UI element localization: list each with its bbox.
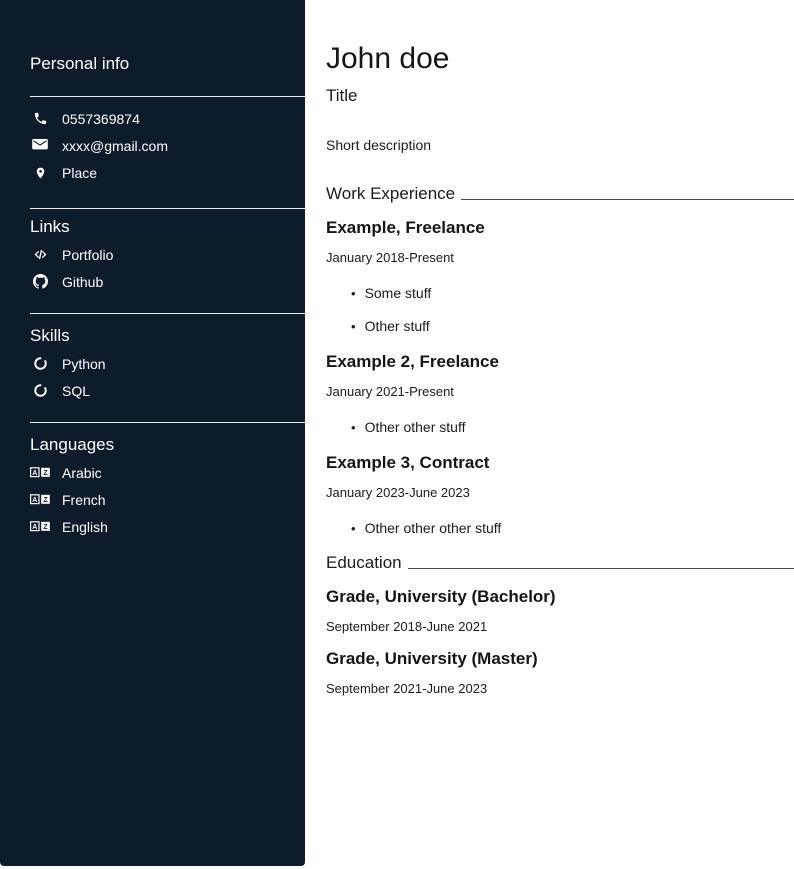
- list-item-skill: SQL: [30, 377, 305, 404]
- links-list: Portfolio Github: [0, 241, 305, 295]
- list-item-phone: 0557369874: [30, 105, 305, 132]
- skills-list: Python SQL: [0, 350, 305, 404]
- circle-notch-icon: [30, 383, 50, 398]
- heading-rule: [408, 568, 794, 569]
- entry-bullet-list: Some stuff Other stuff: [326, 279, 794, 335]
- education-heading-text: Education: [326, 553, 402, 573]
- work-entry: Example 3, Contract January 2023-June 20…: [326, 452, 794, 537]
- language-label: English: [62, 519, 108, 535]
- list-item-email: xxxx@gmail.com: [30, 132, 305, 159]
- sidebar: Personal info 0557369874 xxxx@gmail.com …: [0, 0, 305, 866]
- languages-list: AZ Arabic AZ French AZ English: [0, 459, 305, 540]
- list-item-language: AZ English: [30, 513, 305, 540]
- person-name: John doe: [326, 42, 794, 76]
- bullet-item: Other other stuff: [351, 419, 794, 436]
- svg-text:Z: Z: [43, 497, 48, 504]
- entry-degree: Grade, University (Master): [326, 648, 794, 669]
- entry-role: Example 2, Freelance: [326, 351, 794, 372]
- phone-icon: [30, 111, 50, 126]
- translate-icon: AZ: [30, 521, 50, 532]
- github-icon: [30, 274, 50, 289]
- entry-role: Example, Freelance: [326, 217, 794, 238]
- entry-dates: January 2021-Present: [326, 384, 794, 400]
- entry-bullet-list: Other other other stuff: [326, 514, 794, 537]
- svg-text:A: A: [32, 470, 37, 477]
- skill-label: SQL: [62, 383, 90, 399]
- resume-page: Personal info 0557369874 xxxx@gmail.com …: [0, 0, 794, 866]
- short-description: Short description: [326, 137, 794, 154]
- list-item-place: Place: [30, 159, 305, 186]
- personal-info-list: 0557369874 xxxx@gmail.com Place: [0, 105, 305, 186]
- languages-title: Languages: [30, 435, 305, 455]
- entry-dates: September 2018-June 2021: [326, 619, 794, 635]
- heading-rule: [461, 199, 794, 200]
- education-entry: Grade, University (Bachelor) September 2…: [326, 586, 794, 635]
- email-address[interactable]: xxxx@gmail.com: [62, 138, 168, 154]
- links-title: Links: [30, 217, 305, 237]
- circle-notch-icon: [30, 356, 50, 371]
- place-label: Place: [62, 165, 97, 181]
- location-pin-icon: [30, 165, 50, 181]
- entry-dates: January 2023-June 2023: [326, 485, 794, 501]
- entry-bullet-list: Other other stuff: [326, 413, 794, 436]
- svg-text:A: A: [32, 497, 37, 504]
- list-item-language: AZ Arabic: [30, 459, 305, 486]
- personal-info-title: Personal info: [30, 54, 305, 74]
- portfolio-link[interactable]: Portfolio: [62, 247, 113, 263]
- svg-text:A: A: [32, 524, 37, 531]
- language-label: Arabic: [62, 465, 102, 481]
- envelope-icon: [30, 139, 50, 152]
- svg-text:Z: Z: [43, 470, 48, 477]
- code-icon: [30, 247, 50, 262]
- entry-role: Example 3, Contract: [326, 452, 794, 473]
- entry-dates: January 2018-Present: [326, 250, 794, 266]
- sidebar-divider: [30, 422, 305, 423]
- entry-degree: Grade, University (Bachelor): [326, 586, 794, 607]
- bullet-item: Other other other stuff: [351, 520, 794, 537]
- list-item-portfolio[interactable]: Portfolio: [30, 241, 305, 268]
- entry-dates: September 2021-June 2023: [326, 681, 794, 697]
- sidebar-divider: [30, 208, 305, 209]
- language-label: French: [62, 492, 106, 508]
- list-item-language: AZ French: [30, 486, 305, 513]
- education-heading: Education: [326, 553, 794, 573]
- svg-text:Z: Z: [43, 524, 48, 531]
- sidebar-divider: [30, 313, 305, 314]
- main-content: John doe Title Short description Work Ex…: [305, 0, 794, 866]
- list-item-skill: Python: [30, 350, 305, 377]
- bullet-item: Some stuff: [351, 285, 794, 302]
- skill-label: Python: [62, 356, 106, 372]
- translate-icon: AZ: [30, 467, 50, 478]
- skills-title: Skills: [30, 326, 305, 346]
- person-title: Title: [326, 86, 794, 106]
- sidebar-divider: [30, 96, 305, 97]
- work-entry: Example, Freelance January 2018-Present …: [326, 217, 794, 335]
- phone-number: 0557369874: [62, 111, 140, 127]
- work-experience-heading: Work Experience: [326, 184, 794, 204]
- education-entry: Grade, University (Master) September 202…: [326, 648, 794, 697]
- list-item-github[interactable]: Github: [30, 268, 305, 295]
- github-link[interactable]: Github: [62, 274, 103, 290]
- translate-icon: AZ: [30, 494, 50, 505]
- work-experience-heading-text: Work Experience: [326, 184, 455, 204]
- work-entry: Example 2, Freelance January 2021-Presen…: [326, 351, 794, 436]
- bullet-item: Other stuff: [351, 318, 794, 335]
